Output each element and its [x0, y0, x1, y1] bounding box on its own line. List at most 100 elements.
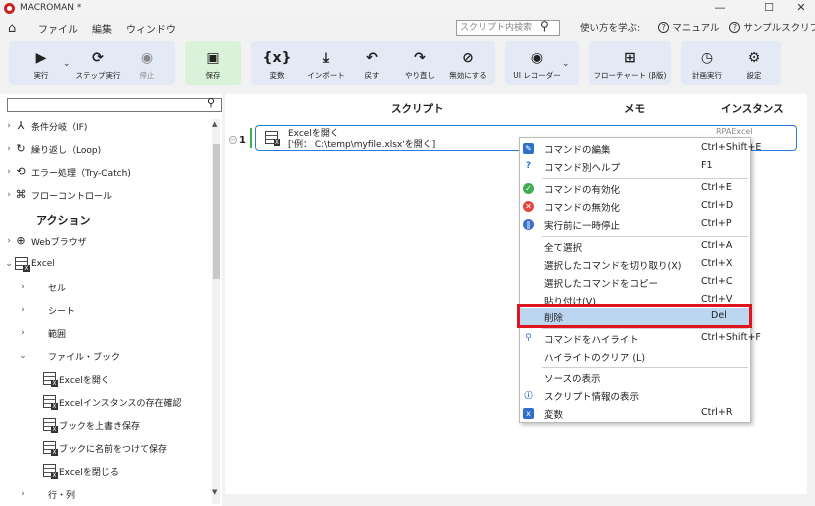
- tree-item-try-catch[interactable]: › ⟲ エラー処理（Try-Catch): [4, 162, 131, 182]
- menu-edit[interactable]: 編集: [92, 21, 112, 36]
- tree-item-excel-open[interactable]: Excelを開く: [42, 369, 110, 389]
- context-menu: ✎ コマンドの編集 Ctrl+Shift+E ? コマンド別ヘルプ F1 ✓ コ…: [519, 137, 761, 423]
- column-header-script[interactable]: スクリプト: [391, 101, 444, 116]
- chevron-right-icon[interactable]: ›: [4, 236, 14, 246]
- save-button[interactable]: ▣ 保存: [185, 41, 241, 85]
- column-header-instance[interactable]: インスタンス: [721, 101, 784, 116]
- flowchart-button[interactable]: ⊞ フローチャート (β版): [589, 41, 671, 85]
- ctx-enable-command[interactable]: ✓ コマンドの有効化 Ctrl+E: [520, 180, 750, 198]
- flowchart-icon: ⊞: [624, 50, 636, 66]
- redo-button[interactable]: ↷ やり直し: [398, 41, 442, 85]
- tree-item-if[interactable]: › ⅄ 条件分岐（IF): [4, 116, 87, 136]
- column-header-memo[interactable]: メモ: [624, 101, 645, 116]
- ctx-command-help[interactable]: ? コマンド別ヘルプ F1: [520, 158, 750, 176]
- manual-link[interactable]: マニュアル: [672, 20, 719, 34]
- tree-item-overwrite-save[interactable]: ブックを上書き保存: [42, 415, 140, 435]
- menu-window[interactable]: ウィンドウ: [126, 21, 176, 36]
- menu-file[interactable]: ファイル: [38, 21, 78, 36]
- tree-item-rows-cols[interactable]: › 行・列: [18, 484, 75, 504]
- tree-item-excel-instance-check[interactable]: Excelインスタンスの存在確認: [42, 392, 181, 412]
- chevron-right-icon[interactable]: ›: [4, 121, 14, 131]
- gear-icon: ⚙: [747, 50, 761, 66]
- window-title: MACROMAN *: [20, 3, 82, 13]
- ctx-highlight-command[interactable]: ⚲ コマンドをハイライト Ctrl+Shift+F: [520, 330, 761, 348]
- chevron-right-icon[interactable]: ›: [18, 305, 28, 315]
- ctx-clear-highlight[interactable]: ハイライトのクリア (L): [520, 348, 750, 366]
- ctx-edit-command[interactable]: ✎ コマンドの編集 Ctrl+Shift+E: [520, 140, 761, 158]
- settings-button[interactable]: ⚙ 設定: [735, 41, 773, 85]
- tree-item-sheet[interactable]: › シート: [18, 300, 75, 320]
- command-parameter: ['例： C:\temp\myfile.xlsx'を開く]: [288, 140, 436, 150]
- excel-icon: [14, 257, 30, 272]
- ctx-pause-before-run[interactable]: ‖ 実行前に一時停止 Ctrl+P: [520, 216, 750, 234]
- stop-button[interactable]: ◉ 停止: [130, 41, 164, 85]
- step-run-button[interactable]: ⟳ ステップ実行: [72, 41, 124, 85]
- ctx-cut[interactable]: 選択したコマンドを切り取り(X) Ctrl+X: [520, 256, 750, 274]
- branch-icon: ⅄: [17, 119, 25, 132]
- chevron-down-icon[interactable]: ⌄: [18, 351, 28, 361]
- check-icon: ✓: [523, 183, 534, 194]
- import-button[interactable]: ⤓ インポート: [302, 41, 350, 85]
- title-bar: MACROMAN * — ☐ ✕: [0, 0, 815, 16]
- schedule-button[interactable]: ◷ 計画実行: [685, 41, 729, 85]
- ctx-script-info[interactable]: ⓘ スクリプト情報の表示: [520, 387, 750, 405]
- undo-button[interactable]: ↶ 戻す: [354, 41, 390, 85]
- chevron-down-icon[interactable]: ⌄: [4, 259, 14, 269]
- minimize-button[interactable]: —: [705, 0, 735, 16]
- ui-recorder-button[interactable]: ◉ UI レコーダー: [508, 41, 566, 85]
- run-button[interactable]: ▶ 実行: [22, 41, 60, 85]
- collapse-toggle-icon[interactable]: −: [229, 136, 237, 144]
- scroll-up-icon[interactable]: ▲: [212, 120, 217, 128]
- variables-button[interactable]: {x} 変数: [257, 41, 297, 85]
- chevron-right-icon[interactable]: ›: [4, 190, 14, 200]
- tree-item-save-as[interactable]: ブックに名前をつけて保存: [42, 438, 167, 458]
- chevron-right-icon[interactable]: ›: [18, 282, 28, 292]
- edit-icon: ✎: [523, 143, 534, 154]
- tree-item-flow-control[interactable]: › ⌘ フローコントロール: [4, 185, 112, 205]
- tree-scroll-thumb[interactable]: [213, 144, 220, 279]
- clock-icon: ◷: [700, 50, 714, 66]
- scroll-down-icon[interactable]: ▼: [212, 488, 217, 496]
- sample-script-link[interactable]: サンプルスクリプト: [743, 20, 815, 34]
- run-dropdown-chevron-icon[interactable]: ⌄: [63, 59, 71, 69]
- tree-item-excel[interactable]: ⌄ Excel: [4, 254, 55, 274]
- redo-icon: ↷: [414, 50, 426, 66]
- pause-icon: ‖: [523, 219, 534, 230]
- ctx-disable-command[interactable]: ✕ コマンドの無効化 Ctrl+D: [520, 198, 750, 216]
- command-search-input[interactable]: [7, 98, 222, 112]
- globe-icon: ⊕: [16, 234, 26, 247]
- ctx-variables[interactable]: x 変数 Ctrl+R: [520, 405, 750, 423]
- maximize-button[interactable]: ☐: [754, 0, 784, 16]
- tree-item-web-browser[interactable]: › ⊕ Webブラウザ: [4, 231, 86, 251]
- chevron-right-icon[interactable]: ›: [4, 167, 14, 177]
- excel-icon: [42, 464, 58, 479]
- ctx-show-source[interactable]: ソースの表示: [520, 369, 750, 387]
- recorder-dropdown-chevron-icon[interactable]: ⌄: [562, 59, 570, 69]
- ctx-copy[interactable]: 選択したコマンドをコピー Ctrl+C: [520, 274, 750, 292]
- tree-item-loop[interactable]: › ↻ 繰り返し（Loop): [4, 139, 101, 159]
- chevron-right-icon[interactable]: ›: [18, 489, 28, 499]
- disable-button[interactable]: ⊘ 無効にする: [445, 41, 491, 85]
- chevron-right-icon[interactable]: ›: [4, 144, 14, 154]
- close-button[interactable]: ✕: [786, 0, 815, 16]
- excel-icon: [42, 372, 58, 387]
- help-icon: ?: [525, 161, 532, 171]
- excel-icon: [265, 131, 280, 147]
- menu-separator: [542, 236, 748, 237]
- home-icon[interactable]: ⌂: [8, 21, 22, 36]
- menu-separator: [542, 178, 748, 179]
- tree-item-cell[interactable]: › セル: [18, 277, 66, 297]
- sample-icon: ?: [729, 21, 741, 33]
- ctx-select-all[interactable]: 全て選択 Ctrl+A: [520, 238, 750, 256]
- search-icon[interactable]: ⚲: [207, 96, 215, 109]
- excel-icon: [42, 418, 58, 433]
- menu-separator: [542, 367, 748, 368]
- search-icon[interactable]: ⚲: [540, 19, 549, 33]
- command-tree-panel: ⚲ › ⅄ 条件分岐（IF) › ↻ 繰り返し（Loop) › ⟲ エラー処理（…: [0, 94, 222, 506]
- chevron-right-icon[interactable]: ›: [18, 328, 28, 338]
- tree-item-range[interactable]: › 範囲: [18, 323, 66, 343]
- tree-item-excel-close[interactable]: Excelを閉じる: [42, 461, 119, 481]
- cross-icon: ✕: [523, 201, 534, 212]
- tree-item-file-book[interactable]: ⌄ ファイル・ブック: [18, 346, 120, 366]
- save-icon: ▣: [206, 50, 220, 66]
